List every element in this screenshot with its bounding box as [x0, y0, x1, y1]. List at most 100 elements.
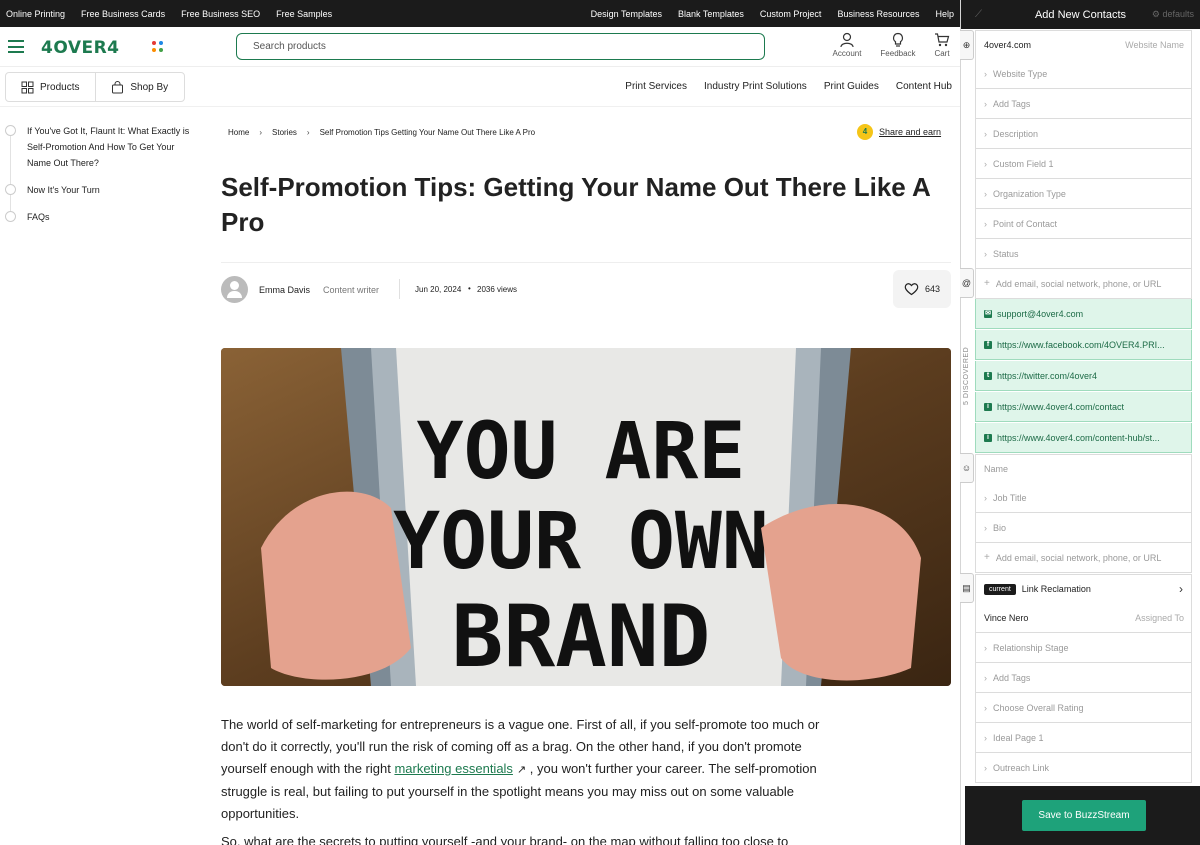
coin-icon: 4: [857, 124, 873, 140]
cart-icon: [935, 33, 950, 47]
page-title: Self-Promotion Tips: Getting Your Name O…: [221, 172, 930, 237]
info-icon: i: [984, 402, 992, 411]
custom-field-1[interactable]: › Custom Field 1: [975, 149, 1192, 179]
nav-content-hub[interactable]: Content Hub: [896, 81, 952, 92]
project-selector[interactable]: current Link Reclamation ›: [975, 574, 1192, 604]
magic-wand-icon[interactable]: ⟋: [975, 9, 982, 20]
bio-field[interactable]: › Bio: [975, 513, 1192, 543]
panel-title: Add New Contacts: [1034, 8, 1127, 21]
panel-title-bar: ⟋ Add New Contacts ⚙ defaults: [961, 0, 1200, 29]
chevron-right-icon: ›: [984, 762, 987, 773]
share-label: Share and earn: [879, 127, 942, 137]
project-icon[interactable]: ▤: [960, 573, 974, 603]
share-and-earn-link[interactable]: 4 Share and earn: [857, 124, 941, 140]
article-body: The world of self-marketing for entrepre…: [221, 714, 831, 845]
globe-icon[interactable]: ⊕: [960, 30, 974, 60]
name-field[interactable]: Name: [975, 454, 1192, 484]
apps-grid-icon[interactable]: [152, 41, 164, 53]
toc-item-faqs[interactable]: FAQs: [0, 209, 200, 225]
account-button[interactable]: Account: [822, 32, 872, 58]
main-nav: Print Services Industry Print Solutions …: [608, 81, 952, 92]
hero-text-line-3: BRAND: [452, 587, 711, 686]
add-tags-field[interactable]: › Add Tags: [975, 89, 1192, 119]
chevron-right-icon: ›: [984, 702, 987, 713]
account-icon: [840, 32, 854, 48]
cart-label: Cart: [934, 49, 950, 58]
overall-rating-field[interactable]: › Choose Overall Rating: [975, 693, 1192, 723]
relationship-stage-field[interactable]: › Relationship Stage: [975, 633, 1192, 663]
nav-industry-print-solutions[interactable]: Industry Print Solutions: [704, 81, 807, 92]
topbar-link-custom-project[interactable]: Custom Project: [760, 9, 822, 19]
discovered-facebook[interactable]: f https://www.facebook.com/4OVER4.PRI...: [975, 330, 1192, 360]
search-input[interactable]: [236, 33, 765, 60]
avatar: [221, 276, 248, 303]
toc-item-self-promotion[interactable]: If You've Got It, Flaunt It: What Exactl…: [0, 123, 195, 171]
nav-print-guides[interactable]: Print Guides: [824, 81, 879, 92]
topbar-link-design-templates[interactable]: Design Templates: [591, 9, 662, 19]
assigned-to-field[interactable]: Vince Nero Assigned To: [975, 603, 1192, 633]
description-field[interactable]: › Description: [975, 119, 1192, 149]
defaults-button[interactable]: ⚙ defaults: [1152, 9, 1194, 20]
nav-print-services[interactable]: Print Services: [625, 81, 687, 92]
add-contact-info-field-2[interactable]: + Add email, social network, phone, or UR…: [975, 543, 1192, 573]
status-field[interactable]: › Status: [975, 239, 1192, 269]
topbar-link-blank-templates[interactable]: Blank Templates: [678, 9, 744, 19]
discovered-twitter[interactable]: t https://twitter.com/4over4: [975, 361, 1192, 391]
marketing-essentials-link[interactable]: marketing essentials: [394, 761, 513, 776]
chevron-right-icon: ›: [984, 158, 987, 169]
products-label: Products: [40, 81, 80, 93]
site-logo[interactable]: 4OVER4: [41, 38, 120, 58]
chevron-right-icon: ›: [984, 68, 987, 79]
outreach-link-field[interactable]: › Outreach Link: [975, 753, 1192, 783]
table-of-contents: If You've Got It, Flaunt It: What Exactl…: [0, 123, 200, 225]
project-name: Link Reclamation: [1021, 584, 1091, 594]
discovered-content-hub-url[interactable]: i https://www.4over4.com/content-hub/st..…: [975, 423, 1192, 453]
at-sign-icon[interactable]: @: [960, 268, 974, 298]
save-to-buzzstream-button[interactable]: Save to BuzzStream: [1022, 800, 1146, 831]
toc-item-your-turn[interactable]: Now It's Your Turn: [0, 182, 200, 198]
person-icon[interactable]: ☺: [960, 453, 974, 483]
website-name-hint: Website Name: [1125, 40, 1184, 50]
topbar-link-help[interactable]: Help: [935, 9, 954, 19]
chevron-right-icon: ›: [984, 732, 987, 743]
topbar-link-free-business-seo[interactable]: Free Business SEO: [181, 9, 260, 19]
topbar-link-online-printing[interactable]: Online Printing: [6, 9, 65, 19]
ideal-page-field[interactable]: › Ideal Page 1: [975, 723, 1192, 753]
discovered-contact-url[interactable]: i https://www.4over4.com/contact: [975, 392, 1192, 422]
website-type-field[interactable]: › Website Type: [975, 59, 1192, 89]
chevron-right-icon: ›: [984, 128, 987, 139]
author-role: Content writer: [323, 285, 380, 295]
job-title-field[interactable]: › Job Title: [975, 483, 1192, 513]
email-icon: ✉: [984, 309, 992, 318]
shop-by-button[interactable]: Shop By: [96, 73, 185, 101]
products-button[interactable]: Products: [6, 73, 96, 101]
topbar-link-free-business-cards[interactable]: Free Business Cards: [81, 9, 165, 19]
like-button[interactable]: 643: [893, 270, 951, 308]
current-badge: current: [984, 583, 1016, 595]
point-of-contact-field[interactable]: › Point of Contact: [975, 209, 1192, 239]
author-name[interactable]: Emma Davis: [259, 285, 310, 295]
organization-type-field[interactable]: › Organization Type: [975, 179, 1192, 209]
chevron-right-icon: ›: [984, 218, 987, 229]
add-contact-info-field[interactable]: + Add email, social network, phone, or UR…: [975, 269, 1192, 299]
plus-icon: +: [984, 278, 990, 289]
discovered-email[interactable]: ✉ support@4over4.com: [975, 299, 1192, 329]
project-add-tags-field[interactable]: › Add Tags: [975, 663, 1192, 693]
breadcrumb-home[interactable]: Home: [228, 128, 249, 137]
divider: [399, 279, 400, 299]
chevron-right-icon: ›: [984, 522, 987, 533]
cart-button[interactable]: Cart: [917, 32, 960, 58]
hamburger-menu-icon[interactable]: [8, 40, 24, 53]
shop-by-label: Shop By: [130, 81, 169, 93]
dot-separator: •: [468, 284, 471, 293]
twitter-icon: t: [984, 371, 992, 380]
topbar-link-free-samples[interactable]: Free Samples: [276, 9, 332, 19]
topbar-link-business-resources[interactable]: Business Resources: [837, 9, 919, 19]
info-icon: i: [984, 433, 992, 442]
breadcrumb-stories[interactable]: Stories: [272, 128, 297, 137]
grid-icon: [21, 81, 34, 93]
hero-image: YOU ARE YOUR OWN BRAND: [221, 348, 951, 686]
feedback-button[interactable]: Feedback: [873, 32, 923, 58]
article-paragraph: So, what are the secrets to putting your…: [221, 834, 789, 845]
website-name-field[interactable]: 4over4.com Website Name: [975, 30, 1192, 60]
